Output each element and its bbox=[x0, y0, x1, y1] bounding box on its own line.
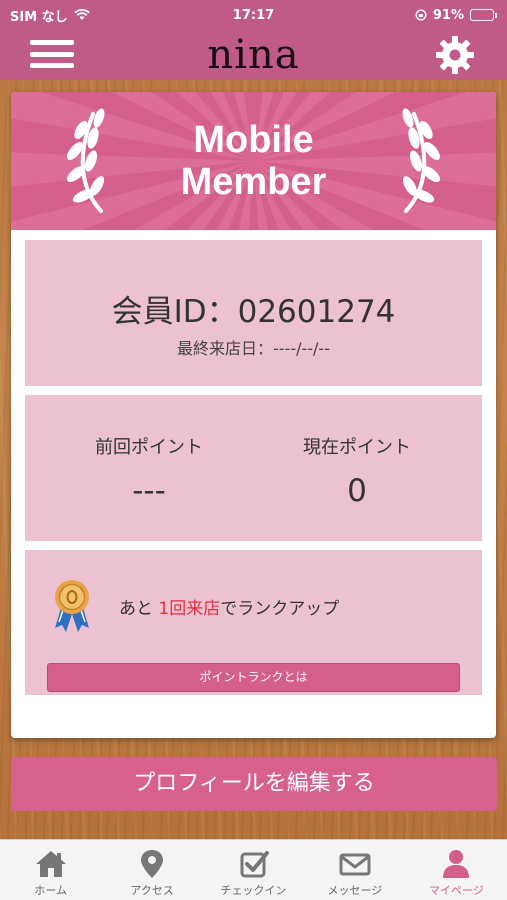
checkbox-icon bbox=[240, 851, 269, 878]
wifi-icon bbox=[74, 9, 90, 20]
rankup-message: あと 1回来店でランクアップ bbox=[119, 594, 339, 619]
battery-icon bbox=[470, 9, 497, 21]
previous-points: 前回ポイント --- bbox=[69, 433, 229, 509]
tab-checkin-label: チェックイン bbox=[220, 884, 287, 897]
envelope-icon bbox=[339, 853, 371, 876]
tab-bar: ホーム アクセス チェックイン メッセージ マイページ bbox=[0, 839, 507, 900]
member-id-panel: 会員ID：02601274 最終来店日：----/--/-- bbox=[25, 240, 482, 386]
banner-title-line2: Member bbox=[180, 161, 327, 203]
banner-title-line1: Mobile bbox=[193, 119, 314, 161]
home-icon bbox=[35, 851, 66, 877]
tab-home-label: ホーム bbox=[34, 884, 68, 897]
current-points: 現在ポイント 0 bbox=[277, 433, 437, 509]
mobile-member-banner: Mobile Member bbox=[11, 92, 496, 230]
rankup-suffix: でランクアップ bbox=[220, 599, 340, 619]
carrier-label: SIM なし bbox=[10, 9, 68, 25]
map-pin-icon bbox=[141, 850, 164, 878]
status-left: SIM なし bbox=[10, 6, 90, 25]
tab-mypage-label: マイページ bbox=[428, 884, 484, 897]
tab-checkin[interactable]: チェックイン bbox=[203, 840, 304, 900]
orientation-lock-icon bbox=[415, 9, 427, 21]
tab-access[interactable]: アクセス bbox=[101, 840, 202, 900]
current-points-value: 0 bbox=[347, 473, 367, 509]
medal-icon bbox=[55, 580, 89, 632]
tab-message-label: メッセージ bbox=[327, 884, 383, 897]
tab-message[interactable]: メッセージ bbox=[304, 840, 405, 900]
points-panel: 前回ポイント --- 現在ポイント 0 bbox=[25, 395, 482, 541]
point-rank-info-button[interactable]: ポイントランクとは bbox=[47, 663, 460, 692]
person-icon bbox=[443, 850, 470, 878]
laurel-right-icon bbox=[402, 108, 441, 213]
gear-icon[interactable] bbox=[434, 34, 476, 76]
rankup-prefix: あと bbox=[119, 599, 159, 619]
previous-points-value: --- bbox=[132, 473, 166, 509]
member-id: 会員ID：02601274 bbox=[111, 294, 396, 330]
battery-percent: 91% bbox=[432, 7, 464, 23]
previous-points-label: 前回ポイント bbox=[95, 437, 203, 458]
tab-access-label: アクセス bbox=[130, 884, 174, 897]
tab-home[interactable]: ホーム bbox=[0, 840, 101, 900]
edit-profile-button[interactable]: プロフィールを編集する bbox=[11, 757, 497, 811]
current-points-label: 現在ポイント bbox=[303, 437, 411, 458]
app-header: nina bbox=[0, 30, 507, 80]
member-card: Mobile Member 会員ID：02601274 最終来店日：----/-… bbox=[11, 92, 496, 738]
rank-panel: あと 1回来店でランクアップ ポイントランクとは bbox=[25, 550, 482, 695]
rankup-highlight: 1回来店 bbox=[158, 599, 221, 619]
status-right: 91% bbox=[415, 8, 497, 23]
app-logo: nina bbox=[207, 32, 300, 78]
banner-title: Mobile Member bbox=[181, 119, 327, 203]
last-visit-date: 最終来店日：----/--/-- bbox=[177, 339, 330, 358]
laurel-left-icon bbox=[66, 108, 105, 213]
status-bar: SIM なし 17:17 91% bbox=[0, 0, 507, 30]
tab-mypage[interactable]: マイページ bbox=[406, 840, 507, 900]
